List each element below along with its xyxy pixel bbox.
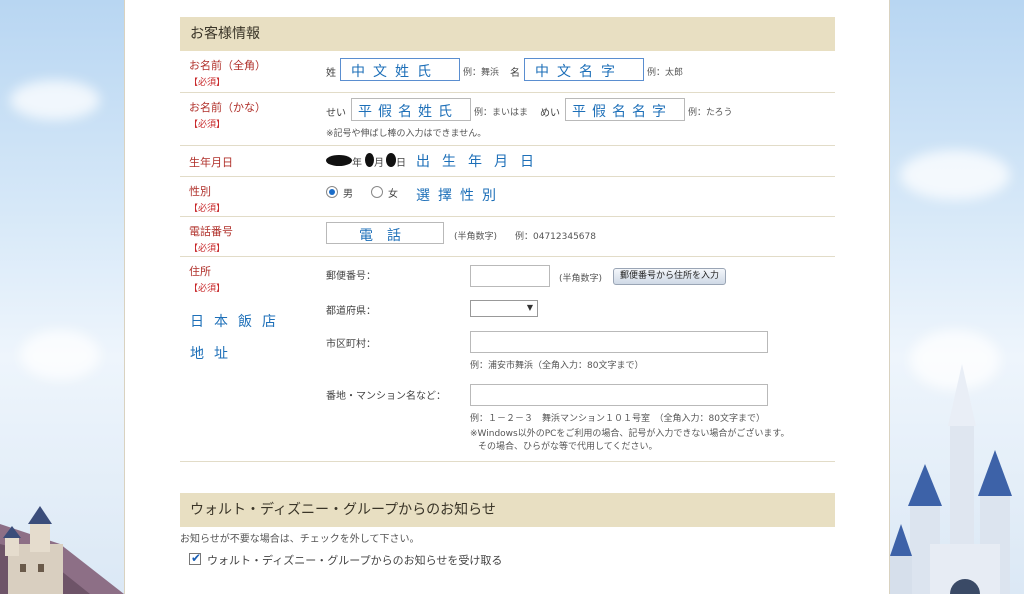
cloud-decoration [900, 150, 1010, 200]
phone-example: 例：04712345678 [515, 232, 596, 242]
last-name-value: 中文姓氏 [351, 64, 439, 80]
city-input[interactable] [470, 331, 768, 353]
required-badge: 【必須】 [189, 204, 226, 214]
address-annotation-1: 日本飯店 [190, 314, 286, 330]
city-label: 市区町村： [326, 339, 376, 350]
sei-example: 例：舞浜 [463, 68, 500, 78]
first-name-kana-input[interactable]: 平假名名字 [565, 98, 685, 121]
row-birthday: 生年月日 年 月 日 出生年月日 [180, 146, 835, 177]
first-name-input[interactable]: 中文名字 [524, 58, 644, 81]
last-name-kana-input[interactable]: 平假名姓氏 [351, 98, 471, 121]
customer-info-header: お客様情報 [180, 17, 835, 51]
gender-label: 性別 [189, 185, 211, 198]
check-icon: ✔ [191, 551, 202, 565]
birthday-annotation: 出生年月日 [416, 154, 546, 170]
row-address: 住所 【必須】 日本飯店 地址 郵便番号： (半角数字) 郵便番号から住所を入力… [180, 257, 835, 462]
name-kana-label: お名前（かな） [189, 101, 266, 114]
windows-note-2: その場合、ひらがな等で代用してください。 [478, 442, 658, 452]
redacted-year [326, 155, 352, 166]
redacted-day [386, 153, 396, 167]
name-kanji-label: お名前（全角） [189, 59, 266, 72]
first-name-value: 中文名字 [535, 64, 623, 80]
last-name-input[interactable]: 中文姓氏 [340, 58, 460, 81]
castle-right-illustration [890, 364, 1012, 594]
form-panel: お客様情報 お名前（全角） 【必須】 姓 中文姓氏 例：舞浜 名 中文名字 例：… [124, 0, 890, 594]
windows-note-1: ※Windows以外のPCをご利用の場合、記号が入力できない場合がございます。 [470, 429, 790, 439]
mei-label: 名 [510, 68, 520, 79]
mei-kana-label: めい [540, 108, 560, 119]
notice-description: お知らせが不要な場合は、チェックを外して下さい。 [180, 534, 420, 545]
prefecture-label: 都道府県： [326, 306, 376, 317]
address-label: 住所 [189, 265, 211, 278]
redacted-month [365, 153, 374, 167]
chevron-down-icon: ▼ [526, 303, 533, 312]
cloud-decoration [10, 80, 100, 120]
phone-hint: (半角数字) [454, 232, 498, 242]
last-name-kana-value: 平假名姓氏 [358, 104, 458, 120]
row-name-kanji: お名前（全角） 【必須】 姓 中文姓氏 例：舞浜 名 中文名字 例：太郎 [180, 51, 835, 93]
birthday-label: 生年月日 [189, 156, 233, 169]
phone-input[interactable]: 電話 [326, 222, 444, 244]
address-annotation-2: 地址 [190, 346, 238, 362]
street-example: 例：１－２－３ 舞浜マンション１０１号室 （全角入力：80文字まで） [470, 414, 765, 424]
cloud-decoration [20, 330, 100, 380]
sei-kana-example: 例：まいはま [474, 108, 529, 118]
street-input[interactable] [470, 384, 768, 406]
notice-checkbox[interactable]: ✔ [189, 551, 202, 565]
mei-kana-example: 例：たろう [688, 108, 733, 118]
required-badge: 【必須】 [189, 284, 226, 294]
month-unit: 月 [374, 158, 384, 169]
day-unit: 日 [396, 158, 406, 169]
first-name-kana-value: 平假名名字 [572, 104, 672, 120]
gender-male-label[interactable]: 男 [343, 185, 353, 200]
gender-female-radio[interactable] [371, 186, 383, 198]
phone-value: 電話 [359, 228, 415, 244]
postal-lookup-button[interactable]: 郵便番号から住所を入力 [613, 268, 727, 285]
kana-note: ※記号や伸ばし棒の入力はできません。 [326, 129, 487, 139]
prefecture-select[interactable]: ▼ [470, 300, 538, 317]
castle-left-illustration [0, 506, 124, 594]
city-example: 例：浦安市舞浜（全角入力：80文字まで） [470, 361, 644, 371]
notice-checkbox-label[interactable]: ウォルト・ディズニー・グループからのお知らせを受け取る [207, 552, 502, 568]
postal-code-input[interactable] [470, 265, 550, 287]
notice-header: ウォルト・ディズニー・グループからのお知らせ [180, 493, 835, 527]
postal-hint: (半角数字) [559, 274, 603, 284]
sei-label: 姓 [326, 68, 336, 79]
gender-annotation: 選擇性別 [416, 188, 504, 204]
mei-example: 例：太郎 [647, 68, 684, 78]
gender-female-label[interactable]: 女 [388, 185, 398, 200]
required-badge: 【必須】 [189, 244, 226, 254]
required-badge: 【必須】 [189, 120, 226, 130]
row-name-kana: お名前（かな） 【必須】 せい 平假名姓氏 例：まいはま めい 平假名名字 例：… [180, 93, 835, 146]
gender-male-radio[interactable] [326, 186, 338, 198]
phone-label: 電話番号 [189, 225, 233, 238]
street-label: 番地・マンション名など： [326, 391, 446, 402]
row-gender: 性別 【必須】 男 女 選擇性別 [180, 177, 835, 217]
postal-label: 郵便番号： [326, 271, 376, 282]
required-badge: 【必須】 [189, 78, 226, 88]
row-phone: 電話番号 【必須】 電話 (半角数字) 例：04712345678 [180, 217, 835, 257]
year-unit: 年 [352, 158, 362, 169]
sei-kana-label: せい [326, 108, 346, 119]
